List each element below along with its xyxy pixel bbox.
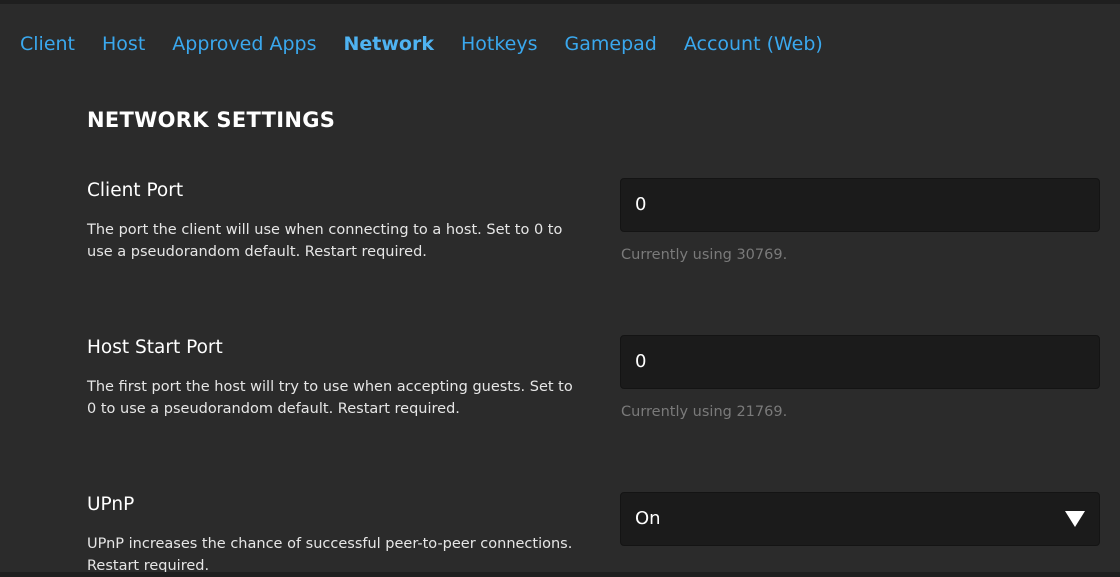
tab-host[interactable]: Host <box>102 30 145 58</box>
host-start-port-label: Host Start Port <box>87 337 223 358</box>
client-port-input[interactable]: 0 <box>620 178 1100 232</box>
host-start-port-value: 0 <box>635 351 647 372</box>
tab-hotkeys[interactable]: Hotkeys <box>461 30 538 58</box>
tab-account-web[interactable]: Account (Web) <box>684 30 823 58</box>
bottom-edge <box>0 572 1120 577</box>
tab-client[interactable]: Client <box>20 30 75 58</box>
host-start-port-input[interactable]: 0 <box>620 335 1100 389</box>
tab-network[interactable]: Network <box>343 30 433 58</box>
top-edge <box>0 0 1120 4</box>
host-start-port-description-line: 0 to use a pseudorandom default. Restart… <box>87 401 460 417</box>
client-port-label: Client Port <box>87 180 184 201</box>
client-port-description-line: The port the client will use when connec… <box>87 222 563 238</box>
upnp-description-line: UPnP increases the chance of successful … <box>87 536 573 552</box>
client-port-hint: Currently using 30769. <box>621 247 788 263</box>
upnp-label: UPnP <box>87 494 135 515</box>
tab-approved-apps[interactable]: Approved Apps <box>172 30 316 58</box>
host-start-port-hint: Currently using 21769. <box>621 404 788 420</box>
host-start-port-description: The first port the host will try to use … <box>87 376 577 420</box>
client-port-description-line: use a pseudorandom default. Restart requ… <box>87 244 427 260</box>
tab-gamepad[interactable]: Gamepad <box>565 30 657 58</box>
upnp-select[interactable]: On <box>620 492 1100 546</box>
triangle-down-icon <box>1065 511 1085 527</box>
host-start-port-description-line: The first port the host will try to use … <box>87 379 573 395</box>
settings-tabs: Client Host Approved Apps Network Hotkey… <box>20 30 823 58</box>
client-port-description: The port the client will use when connec… <box>87 219 577 263</box>
upnp-description: UPnP increases the chance of successful … <box>87 533 577 577</box>
section-title: NETWORK SETTINGS <box>87 108 336 132</box>
upnp-selected-value: On <box>635 508 661 529</box>
client-port-value: 0 <box>635 194 647 215</box>
